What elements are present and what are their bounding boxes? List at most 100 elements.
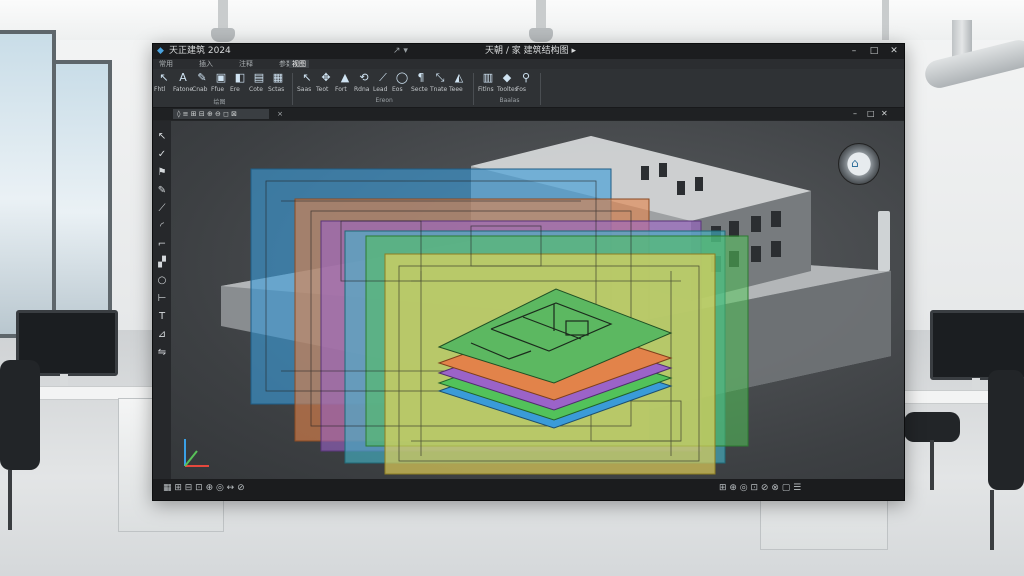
clipboard-icon[interactable]: ▥ [481, 71, 495, 85]
viewcube-navigation[interactable]: ⌂ [838, 143, 880, 185]
title-bar: ◆ 天正建筑 2024 ↗ ▾ 天朝 / 家 建筑结构图 ▸ – □ ✕ [153, 44, 904, 59]
app-logo-icon: ◆ [157, 46, 164, 56]
hatch-icon[interactable]: ▞ [156, 257, 168, 269]
document-tab-strip: ◊ ≡ ⊞ ⊟ ⊕ ⊖ ◻ ⊠ × – □ ✕ [153, 108, 904, 120]
pen-icon[interactable]: ✎ [156, 185, 168, 197]
drop-icon[interactable]: ◆ [500, 71, 514, 85]
polyline-icon[interactable]: ⌐ [156, 239, 168, 251]
drawing-viewport[interactable]: ⌂ [171, 121, 904, 479]
close-button[interactable]: ✕ [887, 44, 901, 59]
ribbon-tool-label: Fort [335, 86, 347, 93]
ribbon-tool-label: Fatone [173, 86, 194, 93]
viewport-close-button[interactable]: ✕ [881, 109, 888, 118]
ribbon-tool-label: Fos [516, 86, 527, 93]
house-icon[interactable]: ⌂ [851, 156, 859, 170]
status-tools-left[interactable]: ▦ ⊞ ⊟ ⊡ ⊕ ◎ ↔ ⊘ [163, 483, 245, 493]
text-icon[interactable]: A [176, 71, 190, 85]
ribbon-tab-bar: 常用 插入 注释 参数化 视图 [153, 59, 904, 69]
circle-icon[interactable]: ○ [156, 275, 168, 287]
ellipse-icon[interactable]: ◯ [395, 71, 409, 85]
left-toolbar: ↖ ✓ ⚑ ✎ ⟋ ◜ ⌐ ▞ ○ ⊢ T ⊿ ⇋ [153, 121, 171, 479]
paragraph-icon[interactable]: ¶ [414, 71, 428, 85]
restore-button[interactable]: □ [867, 44, 881, 59]
minimize-button[interactable]: – [847, 44, 861, 59]
ribbon-group-separator [540, 73, 541, 105]
ribbon-group-label: Ereon [375, 97, 393, 104]
document-tab[interactable]: ◊ ≡ ⊞ ⊟ ⊕ ⊖ ◻ ⊠ × [173, 109, 283, 119]
tab-insert[interactable]: 插入 [199, 60, 213, 68]
pencil-icon[interactable]: ✎ [195, 71, 209, 85]
ribbon-group-separator [292, 73, 293, 105]
check-icon[interactable]: ✓ [156, 149, 168, 161]
cad-application-window: ◆ 天正建筑 2024 ↗ ▾ 天朝 / 家 建筑结构图 ▸ – □ ✕ 常用 … [152, 43, 905, 501]
select-icon[interactable]: ↖ [156, 131, 168, 143]
office-chair [904, 412, 960, 442]
arc-icon[interactable]: ◜ [156, 221, 168, 233]
stretch-icon[interactable]: ⤡ [433, 71, 447, 85]
close-tab-icon[interactable]: × [277, 109, 283, 119]
highlight-icon[interactable]: ◭ [452, 71, 466, 85]
mirror-icon[interactable]: ⇋ [156, 347, 168, 359]
ribbon-group-label: Baalas [499, 97, 520, 104]
chair-leg [990, 490, 994, 550]
flag-icon[interactable]: ⚑ [156, 167, 168, 179]
status-bar: ▦ ⊞ ⊟ ⊡ ⊕ ◎ ↔ ⊘ ⊞ ⊕ ◎ ⊡ ⊘ ⊗ ▢ ☰ [153, 479, 904, 500]
ribbon-tool-label: Cnab [192, 86, 208, 93]
window-pane [52, 60, 112, 338]
cube-icon[interactable]: ▣ [214, 71, 228, 85]
quick-access-toolbar[interactable]: ↗ ▾ [393, 44, 408, 59]
brush-icon[interactable]: ⟋ [376, 71, 390, 85]
ribbon-tool-label: Cote [249, 86, 263, 93]
pendant-lamp [882, 0, 889, 40]
dimension-icon[interactable]: ⊢ [156, 293, 168, 305]
triangle-icon[interactable]: ▲ [338, 71, 352, 85]
select-icon[interactable]: ↖ [300, 71, 314, 85]
app-title: 天正建筑 2024 [169, 46, 231, 56]
measure-icon[interactable]: ⊿ [156, 329, 168, 341]
ceiling [0, 0, 1024, 40]
ribbon-tool-label: Rdna [354, 86, 370, 93]
ribbon-tool-label: Teot [316, 86, 329, 93]
tab-home[interactable]: 常用 [159, 60, 173, 68]
text-tool-icon[interactable]: T [156, 311, 168, 323]
pendant-lamp [529, 0, 553, 42]
model-canvas [184, 136, 891, 475]
ribbon-group-label: 绘图 [213, 99, 226, 106]
navigation-bar[interactable] [878, 211, 890, 271]
viewport-minimize-button[interactable]: – [853, 109, 857, 118]
ribbon-tool-label: Tnate [430, 86, 448, 93]
viewport-restore-button[interactable]: □ [867, 109, 875, 118]
document-title: 天朝 / 家 建筑结构图 ▸ [485, 46, 576, 56]
line-icon[interactable]: ⟋ [156, 203, 168, 215]
ribbon-tool-label: Saas [297, 86, 312, 93]
ribbon-tool-label: Fhtl [154, 86, 166, 93]
ribbon-tool-label: Sctas [268, 86, 285, 93]
ribbon-panel: ↖ Fhtl A Fatone ✎ Cnab ▣ Ffue ◧ Ere ▤ Cote ▦ Sctas 绘图 ↖… [153, 69, 904, 108]
ribbon-tool-label: Ere [230, 86, 240, 93]
layer-icon[interactable]: ◧ [233, 71, 247, 85]
search-icon[interactable]: ⚲ [519, 71, 533, 85]
rotate-icon[interactable]: ⟲ [357, 71, 371, 85]
window-pane [0, 30, 56, 338]
move-icon[interactable]: ✥ [319, 71, 333, 85]
ribbon-group-separator [473, 73, 474, 105]
tab-view[interactable]: 视图 [289, 60, 309, 68]
chair-leg [8, 470, 12, 530]
office-chair [0, 360, 40, 470]
ribbon-tool-label: Eos [392, 86, 403, 93]
office-chair [988, 370, 1024, 490]
grid-icon[interactable]: ▦ [271, 71, 285, 85]
ribbon-tool-label: Teee [449, 86, 463, 93]
arrow-icon[interactable]: ↖ [157, 71, 171, 85]
ribbon-tool-label: Secte [411, 86, 428, 93]
ribbon-tool-label: Ffue [211, 86, 225, 93]
status-tools-right[interactable]: ⊞ ⊕ ◎ ⊡ ⊘ ⊗ ▢ ☰ [719, 483, 801, 493]
ribbon-tool-label: Lead [373, 86, 388, 93]
document-tab-label: ◊ ≡ ⊞ ⊟ ⊕ ⊖ ◻ ⊠ [177, 110, 238, 118]
ribbon-tool-label: Tooltes [497, 86, 518, 93]
box-icon[interactable]: ▤ [252, 71, 266, 85]
pendant-lamp [211, 0, 235, 42]
chair-leg [930, 440, 934, 490]
tab-annotate[interactable]: 注释 [239, 60, 253, 68]
ucs-axis-icon [184, 439, 209, 467]
